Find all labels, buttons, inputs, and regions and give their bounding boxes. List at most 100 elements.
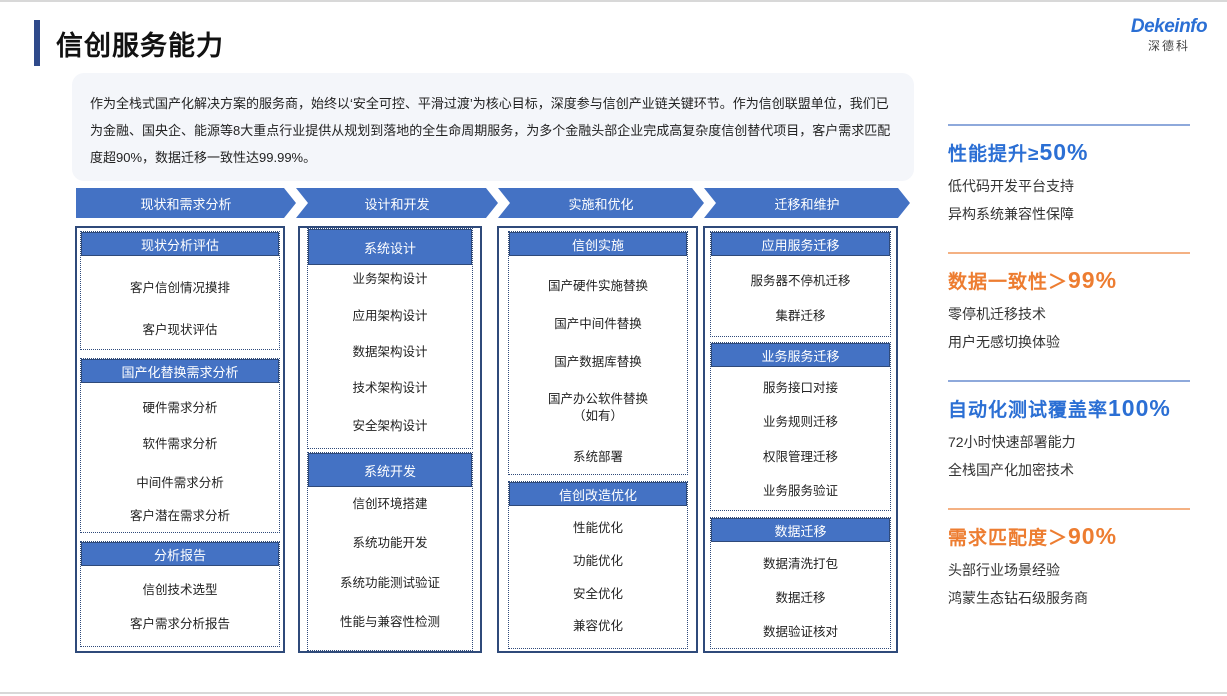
list-item: 客户潜在需求分析 bbox=[129, 509, 230, 523]
stat-detail-line: 零停机迁移技术 bbox=[948, 306, 1046, 322]
box-system-design: 系统设计 业务架构设计 应用架构设计 数据架构设计 技术架构设计 安全架构设计 bbox=[307, 228, 473, 449]
list-item: 服务器不停机迁移 bbox=[750, 274, 851, 288]
phase-arrow-implementation: 实施和优化 bbox=[498, 188, 704, 218]
list-item: 客户信创情况摸排 bbox=[129, 281, 230, 295]
list-item: 数据清洗打包 bbox=[762, 557, 838, 571]
stat-detail-line: 异构系统兼容性保障 bbox=[948, 206, 1074, 222]
box-title: 应用服务迁移 bbox=[711, 232, 890, 256]
list-item: 软件需求分析 bbox=[142, 437, 218, 451]
stat-detail-line: 鸿蒙生态钻石级服务商 bbox=[948, 590, 1088, 606]
box-title: 分析报告 bbox=[81, 542, 279, 566]
list-item: 数据验证核对 bbox=[762, 625, 838, 639]
box-title: 信创实施 bbox=[509, 232, 687, 256]
stat-value: 90% bbox=[1068, 523, 1118, 549]
list-item: 中间件需求分析 bbox=[136, 476, 224, 490]
list-item: 集群迁移 bbox=[775, 309, 826, 323]
list-item: 数据迁移 bbox=[775, 591, 826, 605]
list-item: 技术架构设计 bbox=[352, 381, 428, 395]
list-item: 服务接口对接 bbox=[762, 381, 838, 395]
box-optimization: 信创改造优化 性能优化 功能优化 安全优化 兼容优化 bbox=[508, 481, 688, 649]
phase-column-analysis: 现状分析评估 客户信创情况摸排 客户现状评估 国产化替换需求分析 硬件需求分析 … bbox=[75, 226, 285, 653]
list-item: 国产中间件替换 bbox=[554, 317, 642, 331]
phase-column-design: 系统设计 业务架构设计 应用架构设计 数据架构设计 技术架构设计 安全架构设计 … bbox=[298, 226, 482, 653]
list-item: 系统功能开发 bbox=[352, 536, 428, 550]
stat-detail-line: 低代码开发平台支持 bbox=[948, 178, 1074, 194]
stat-details: 零停机迁移技术 用户无感切换体验 bbox=[948, 300, 1190, 356]
box-title: 系统设计 bbox=[308, 229, 472, 265]
bottom-divider bbox=[0, 692, 1227, 694]
stat-details: 头部行业场景经验 鸿蒙生态钻石级服务商 bbox=[948, 556, 1190, 612]
list-item: 兼容优化 bbox=[572, 619, 623, 633]
list-item: 业务服务验证 bbox=[762, 484, 838, 498]
list-item-note: （如有） bbox=[572, 409, 623, 423]
list-item: 安全优化 bbox=[572, 587, 623, 601]
phase-column-migration: 应用服务迁移 服务器不停机迁移 集群迁移 业务服务迁移 服务接口对接 业务规则迁… bbox=[703, 226, 898, 653]
list-item: 系统部署 bbox=[572, 450, 623, 464]
list-item: 数据架构设计 bbox=[352, 345, 428, 359]
stat-divider bbox=[948, 380, 1190, 382]
box-title: 数据迁移 bbox=[711, 518, 890, 542]
logo-text: Dekeinfo bbox=[1130, 16, 1208, 37]
list-item: 国产数据库替换 bbox=[554, 355, 642, 369]
phase-arrow-design: 设计和开发 bbox=[296, 188, 498, 218]
box-localization-implementation: 信创实施 国产硬件实施替换 国产中间件替换 国产数据库替换 国产办公软件替换 （… bbox=[508, 231, 688, 475]
box-title: 信创改造优化 bbox=[509, 482, 687, 506]
list-item: 国产办公软件替换 bbox=[547, 392, 648, 406]
top-divider bbox=[0, 0, 1227, 2]
box-data-migration: 数据迁移 数据清洗打包 数据迁移 数据验证核对 bbox=[710, 517, 891, 649]
list-item: 硬件需求分析 bbox=[142, 401, 218, 415]
list-item: 应用架构设计 bbox=[352, 309, 428, 323]
stat-value: 99% bbox=[1068, 267, 1118, 293]
logo: Dekeinfo 深德科 bbox=[1119, 16, 1219, 54]
list-item: 国产硬件实施替换 bbox=[547, 279, 648, 293]
stat-detail-line: 头部行业场景经验 bbox=[948, 562, 1060, 578]
stat-value: 100% bbox=[1108, 395, 1171, 421]
stat-heading: 性能提升≥50% bbox=[948, 139, 1190, 166]
box-analysis-report: 分析报告 信创技术选型 客户需求分析报告 bbox=[80, 541, 280, 647]
list-item: 信创技术选型 bbox=[142, 583, 218, 597]
stat-detail-line: 72小时快速部署能力 bbox=[948, 434, 1076, 450]
stat-heading: 自动化测试覆盖率100% bbox=[948, 395, 1190, 422]
stat-label: 数据一致性＞ bbox=[948, 272, 1069, 293]
box-title: 系统开发 bbox=[308, 453, 472, 487]
intro-paragraph: 作为全栈式国产化解决方案的服务商，始终以‘安全可控、平滑过渡’为核心目标，深度参… bbox=[72, 73, 914, 181]
box-app-migration: 应用服务迁移 服务器不停机迁移 集群迁移 bbox=[710, 231, 891, 337]
box-business-migration: 业务服务迁移 服务接口对接 业务规则迁移 权限管理迁移 业务服务验证 bbox=[710, 342, 891, 511]
phase-arrow-analysis: 现状和需求分析 bbox=[76, 188, 296, 218]
list-item: 性能与兼容性检测 bbox=[339, 615, 440, 629]
list-item: 业务规则迁移 bbox=[762, 415, 838, 429]
stat-label: 自动化测试覆盖率 bbox=[948, 400, 1109, 421]
box-title: 业务服务迁移 bbox=[711, 343, 890, 367]
box-title: 国产化替换需求分析 bbox=[81, 359, 279, 383]
phase-arrow-migration: 迁移和维护 bbox=[704, 188, 910, 218]
logo-subtext: 深德科 bbox=[1147, 39, 1190, 53]
stat-value: 50% bbox=[1039, 139, 1089, 165]
box-system-development: 系统开发 信创环境搭建 系统功能开发 系统功能测试验证 性能与兼容性检测 bbox=[307, 452, 473, 651]
stat-label: 性能提升≥ bbox=[948, 144, 1040, 165]
list-item: 功能优化 bbox=[572, 554, 623, 568]
list-item: 客户现状评估 bbox=[142, 323, 218, 337]
stat-details: 低代码开发平台支持 异构系统兼容性保障 bbox=[948, 172, 1190, 228]
list-item: 权限管理迁移 bbox=[762, 450, 838, 464]
box-title: 现状分析评估 bbox=[81, 232, 279, 256]
list-item: 信创环境搭建 bbox=[352, 497, 428, 511]
stat-detail-line: 用户无感切换体验 bbox=[948, 334, 1060, 350]
box-current-assessment: 现状分析评估 客户信创情况摸排 客户现状评估 bbox=[80, 231, 280, 350]
list-item: 业务架构设计 bbox=[352, 272, 428, 286]
stat-test-coverage: 自动化测试覆盖率100% 72小时快速部署能力 全栈国产化加密技术 bbox=[948, 380, 1190, 484]
stat-requirements-match: 需求匹配度＞90% 头部行业场景经验 鸿蒙生态钻石级服务商 bbox=[948, 508, 1190, 612]
stat-heading: 数据一致性＞99% bbox=[948, 267, 1190, 294]
stat-label: 需求匹配度＞ bbox=[948, 528, 1069, 549]
stat-consistency: 数据一致性＞99% 零停机迁移技术 用户无感切换体验 bbox=[948, 252, 1190, 356]
list-item: 性能优化 bbox=[572, 521, 623, 535]
stat-performance: 性能提升≥50% 低代码开发平台支持 异构系统兼容性保障 bbox=[948, 124, 1190, 228]
stat-detail-line: 全栈国产化加密技术 bbox=[948, 462, 1074, 478]
stat-divider bbox=[948, 508, 1190, 510]
list-item: 系统功能测试验证 bbox=[339, 576, 440, 590]
phase-column-implementation: 信创实施 国产硬件实施替换 国产中间件替换 国产数据库替换 国产办公软件替换 （… bbox=[497, 226, 698, 653]
list-item: 安全架构设计 bbox=[352, 419, 428, 433]
stat-details: 72小时快速部署能力 全栈国产化加密技术 bbox=[948, 428, 1190, 484]
stat-divider bbox=[948, 124, 1190, 126]
stat-divider bbox=[948, 252, 1190, 254]
list-item: 客户需求分析报告 bbox=[129, 617, 230, 631]
